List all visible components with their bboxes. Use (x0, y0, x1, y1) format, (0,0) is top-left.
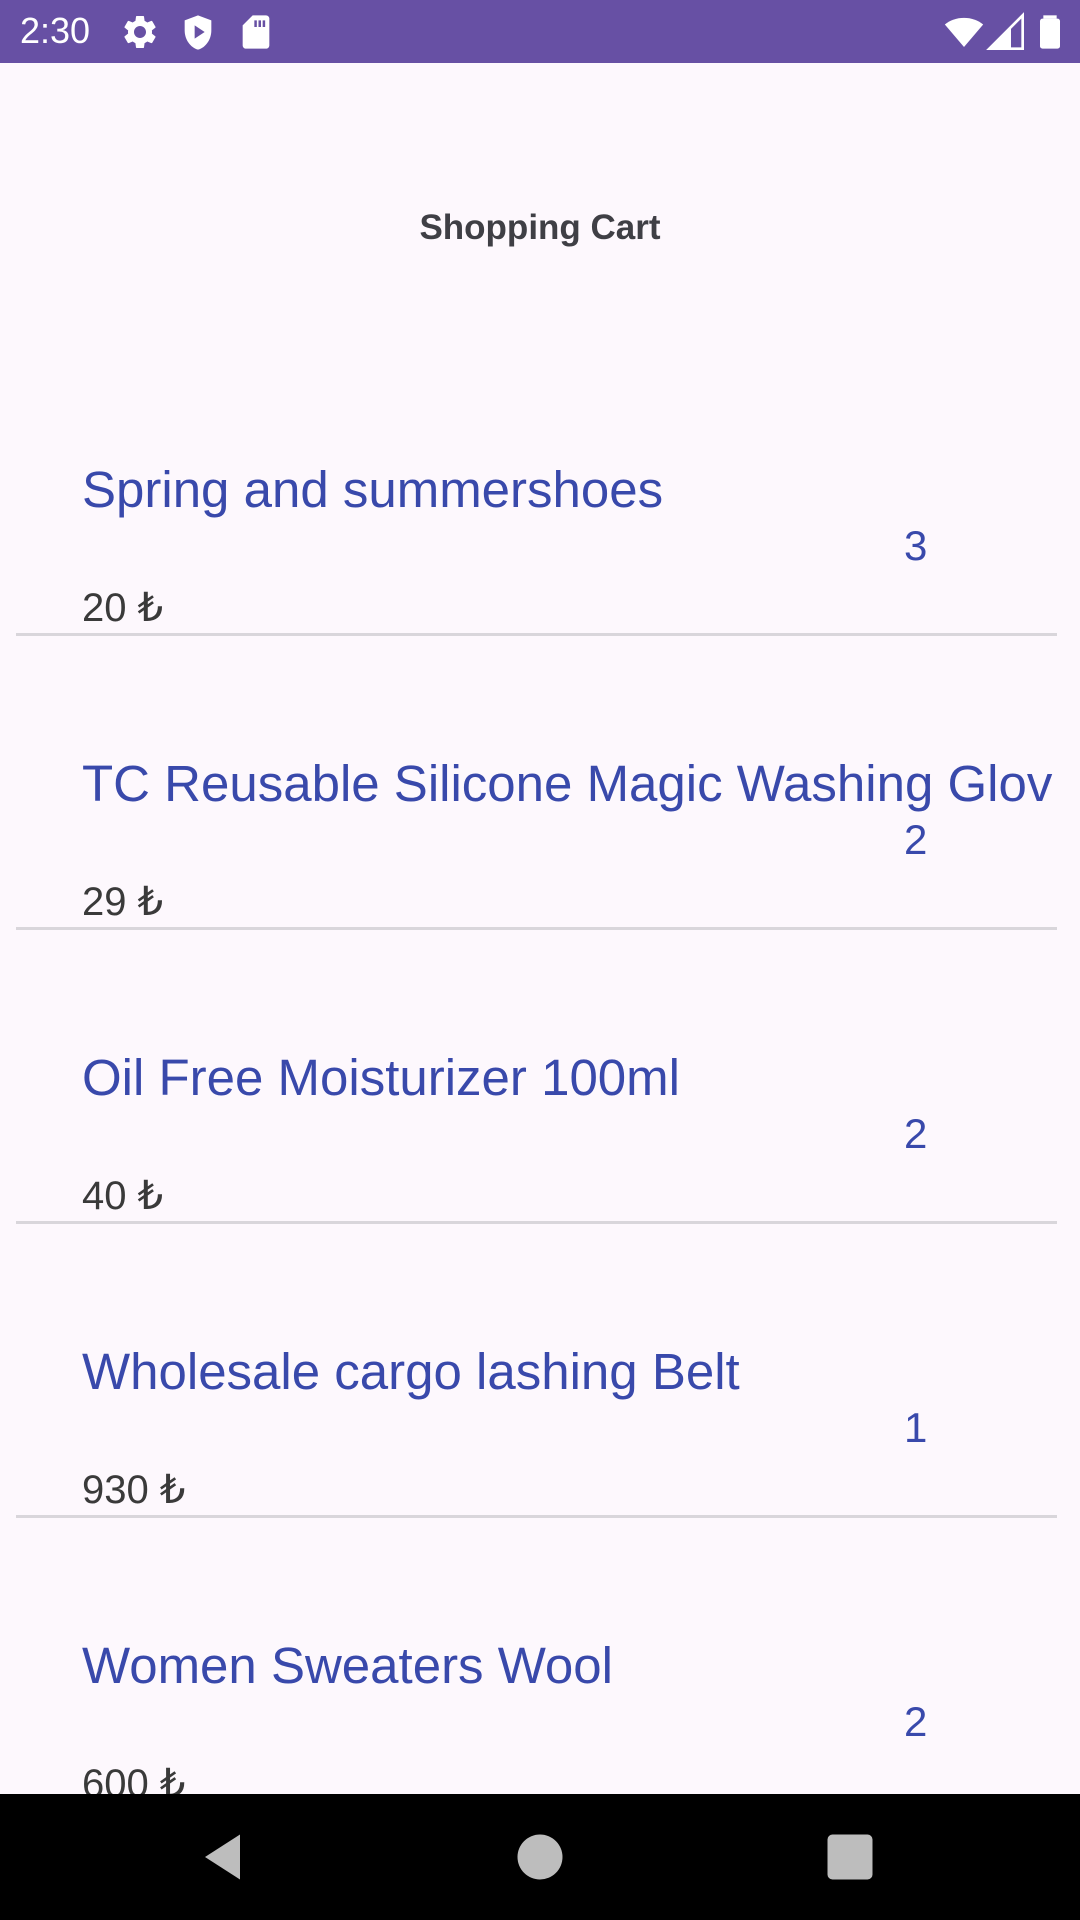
back-triangle-icon[interactable] (195, 1827, 255, 1887)
item-price: 930 ₺ (82, 1468, 186, 1512)
item-quantity: 2 (904, 1698, 928, 1745)
cart-item[interactable]: Women Sweaters Wool 2 600 ₺ (0, 1521, 1080, 1794)
navigation-bar (0, 1794, 1080, 1920)
item-name: Oil Free Moisturizer 100ml (82, 1049, 680, 1106)
cart-item[interactable]: TC Reusable Silicone Magic Washing Glov … (0, 639, 1080, 933)
cart-list[interactable]: Spring and summershoes 3 20 ₺ TC Reusabl… (0, 345, 1080, 1794)
item-name: Women Sweaters Wool (82, 1637, 613, 1694)
cart-screen: Shopping Cart Spring and summershoes 3 2… (0, 63, 1080, 1794)
item-divider (16, 1515, 1057, 1518)
sd-card-icon (236, 12, 276, 52)
cellular-signal-icon (986, 12, 1026, 52)
cart-item[interactable]: Oil Free Moisturizer 100ml 2 40 ₺ (0, 933, 1080, 1227)
item-quantity: 1 (904, 1404, 928, 1451)
item-quantity: 2 (904, 816, 928, 863)
cart-item[interactable]: Spring and summershoes 3 20 ₺ (0, 345, 1080, 639)
wifi-icon (944, 12, 984, 52)
home-circle-icon[interactable] (510, 1827, 570, 1887)
item-price: 40 ₺ (82, 1174, 164, 1218)
recents-square-icon[interactable] (820, 1827, 880, 1887)
item-name: Spring and summershoes (82, 461, 664, 518)
item-divider (16, 1221, 1057, 1224)
page-title: Shopping Cart (419, 208, 661, 247)
item-name: Wholesale cargo lashing Belt (82, 1343, 740, 1400)
shield-play-icon (178, 12, 218, 52)
item-divider (16, 633, 1057, 636)
item-price: 600 ₺ (82, 1762, 186, 1794)
battery-icon (1030, 12, 1070, 52)
item-quantity: 3 (904, 522, 928, 569)
settings-gear-icon (120, 12, 160, 52)
item-quantity: 2 (904, 1110, 928, 1157)
item-price: 29 ₺ (82, 880, 164, 924)
item-price: 20 ₺ (82, 586, 164, 630)
item-name: TC Reusable Silicone Magic Washing Glov (82, 755, 1053, 812)
cart-item[interactable]: Wholesale cargo lashing Belt 1 930 ₺ (0, 1227, 1080, 1521)
status-time: 2:30 (20, 10, 91, 51)
status-bar: 2:30 (0, 0, 1080, 63)
item-divider (16, 927, 1057, 930)
